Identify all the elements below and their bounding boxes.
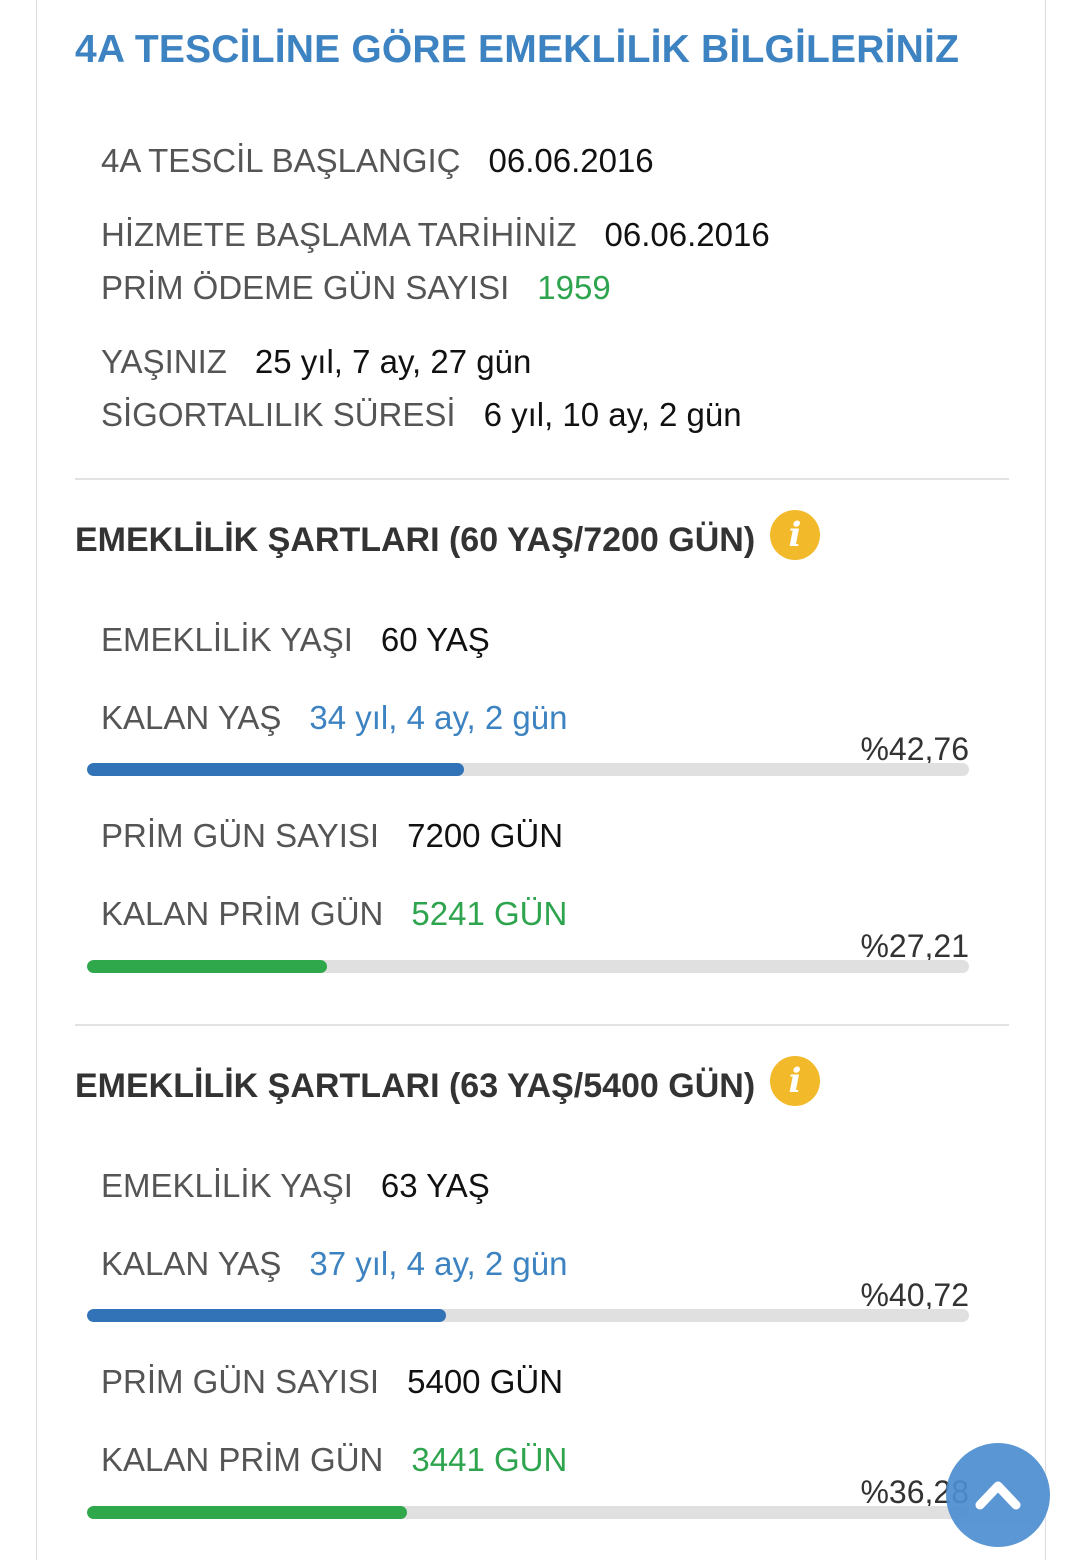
prim-gun-label: PRİM GÜN SAYISI bbox=[101, 817, 380, 854]
kalan-yas-row: KALAN YAŞ 34 yıl, 4 ay, 2 gün bbox=[101, 698, 567, 738]
scroll-to-top-button[interactable] bbox=[946, 1443, 1050, 1547]
chevron-up-icon bbox=[975, 1481, 1021, 1510]
kalan-yas-progress-fill bbox=[87, 1309, 447, 1322]
kalan-yas-value: 37 yıl, 4 ay, 2 gün bbox=[309, 1245, 568, 1282]
kalan-prim-row: KALAN PRİM GÜN 3441 GÜN bbox=[101, 1440, 567, 1480]
prim-gun-value: 7200 GÜN bbox=[407, 817, 564, 854]
emeklilik-yasi-row: EMEKLİLİK YAŞI 60 YAŞ bbox=[101, 620, 490, 660]
kalan-prim-value: 5241 GÜN bbox=[411, 895, 568, 932]
hizmet-value: 06.06.2016 bbox=[604, 216, 770, 253]
section-title: EMEKLİLİK ŞARTLARI (63 YAŞ/5400 GÜN) bbox=[75, 1067, 756, 1105]
kalan-prim-value: 3441 GÜN bbox=[411, 1441, 568, 1478]
info-icon[interactable]: i bbox=[770, 510, 820, 560]
emeklilik-yasi-label: EMEKLİLİK YAŞI bbox=[101, 621, 353, 658]
hizmet-label: HİZMETE BAŞLAMA TARİHİNİZ bbox=[101, 216, 577, 253]
emeklilik-yasi-label: EMEKLİLİK YAŞI bbox=[101, 1167, 353, 1204]
prim-gun-value: 5400 GÜN bbox=[407, 1363, 564, 1400]
page-title: 4A TESCİLİNE GÖRE EMEKLİLİK BİLGİLERİNİZ bbox=[75, 28, 960, 71]
section-divider bbox=[75, 1024, 1009, 1026]
tescil-value: 06.06.2016 bbox=[488, 142, 654, 179]
kalan-prim-progress-bar bbox=[87, 1506, 969, 1519]
yas-row: YAŞINIZ 25 yıl, 7 ay, 27 gün bbox=[101, 342, 531, 382]
kalan-prim-label: KALAN PRİM GÜN bbox=[101, 895, 384, 932]
emeklilik-yasi-value: 60 YAŞ bbox=[380, 621, 490, 658]
hizmet-row: HİZMETE BAŞLAMA TARİHİNİZ 06.06.2016 bbox=[101, 215, 770, 255]
prim-odeme-row: PRİM ÖDEME GÜN SAYISI 1959 bbox=[101, 268, 611, 308]
kalan-yas-progress-fill bbox=[87, 763, 465, 776]
emeklilik-yasi-value: 63 YAŞ bbox=[380, 1167, 490, 1204]
yas-value: 25 yıl, 7 ay, 27 gün bbox=[254, 343, 532, 380]
section-divider bbox=[75, 478, 1009, 480]
kalan-yas-row: KALAN YAŞ 37 yıl, 4 ay, 2 gün bbox=[101, 1244, 567, 1284]
kalan-prim-progress-fill bbox=[87, 960, 327, 973]
tescil-label: 4A TESCİL BAŞLANGIÇ bbox=[101, 142, 461, 179]
kalan-prim-row: KALAN PRİM GÜN 5241 GÜN bbox=[101, 894, 567, 934]
info-icon[interactable]: i bbox=[770, 1056, 820, 1106]
retirement-info-card: 4A TESCİLİNE GÖRE EMEKLİLİK BİLGİLERİNİZ… bbox=[36, 0, 1046, 1560]
kalan-yas-label: KALAN YAŞ bbox=[101, 699, 282, 736]
kalan-yas-progress-bar bbox=[87, 763, 969, 776]
prim-odeme-value: 1959 bbox=[537, 269, 611, 306]
kalan-yas-value: 34 yıl, 4 ay, 2 gün bbox=[309, 699, 568, 736]
kalan-yas-progress-bar bbox=[87, 1309, 969, 1322]
section-title: EMEKLİLİK ŞARTLARI (60 YAŞ/7200 GÜN) bbox=[75, 521, 756, 559]
emeklilik-yasi-row: EMEKLİLİK YAŞI 63 YAŞ bbox=[101, 1166, 490, 1206]
prim-gun-row: PRİM GÜN SAYISI 7200 GÜN bbox=[101, 816, 563, 856]
kalan-prim-label: KALAN PRİM GÜN bbox=[101, 1441, 384, 1478]
sigortalilik-row: SİGORTALILIK SÜRESİ 6 yıl, 10 ay, 2 gün bbox=[101, 395, 742, 435]
yas-label: YAŞINIZ bbox=[101, 343, 227, 380]
kalan-prim-progress-fill bbox=[87, 1506, 407, 1519]
prim-gun-label: PRİM GÜN SAYISI bbox=[101, 1363, 380, 1400]
sigortalilik-label: SİGORTALILIK SÜRESİ bbox=[101, 396, 456, 433]
prim-odeme-label: PRİM ÖDEME GÜN SAYISI bbox=[101, 269, 510, 306]
prim-gun-row: PRİM GÜN SAYISI 5400 GÜN bbox=[101, 1362, 563, 1402]
kalan-prim-progress-bar bbox=[87, 960, 969, 973]
tescil-row: 4A TESCİL BAŞLANGIÇ 06.06.2016 bbox=[101, 141, 654, 181]
kalan-yas-label: KALAN YAŞ bbox=[101, 1245, 282, 1282]
sigortalilik-value: 6 yıl, 10 ay, 2 gün bbox=[483, 396, 742, 433]
